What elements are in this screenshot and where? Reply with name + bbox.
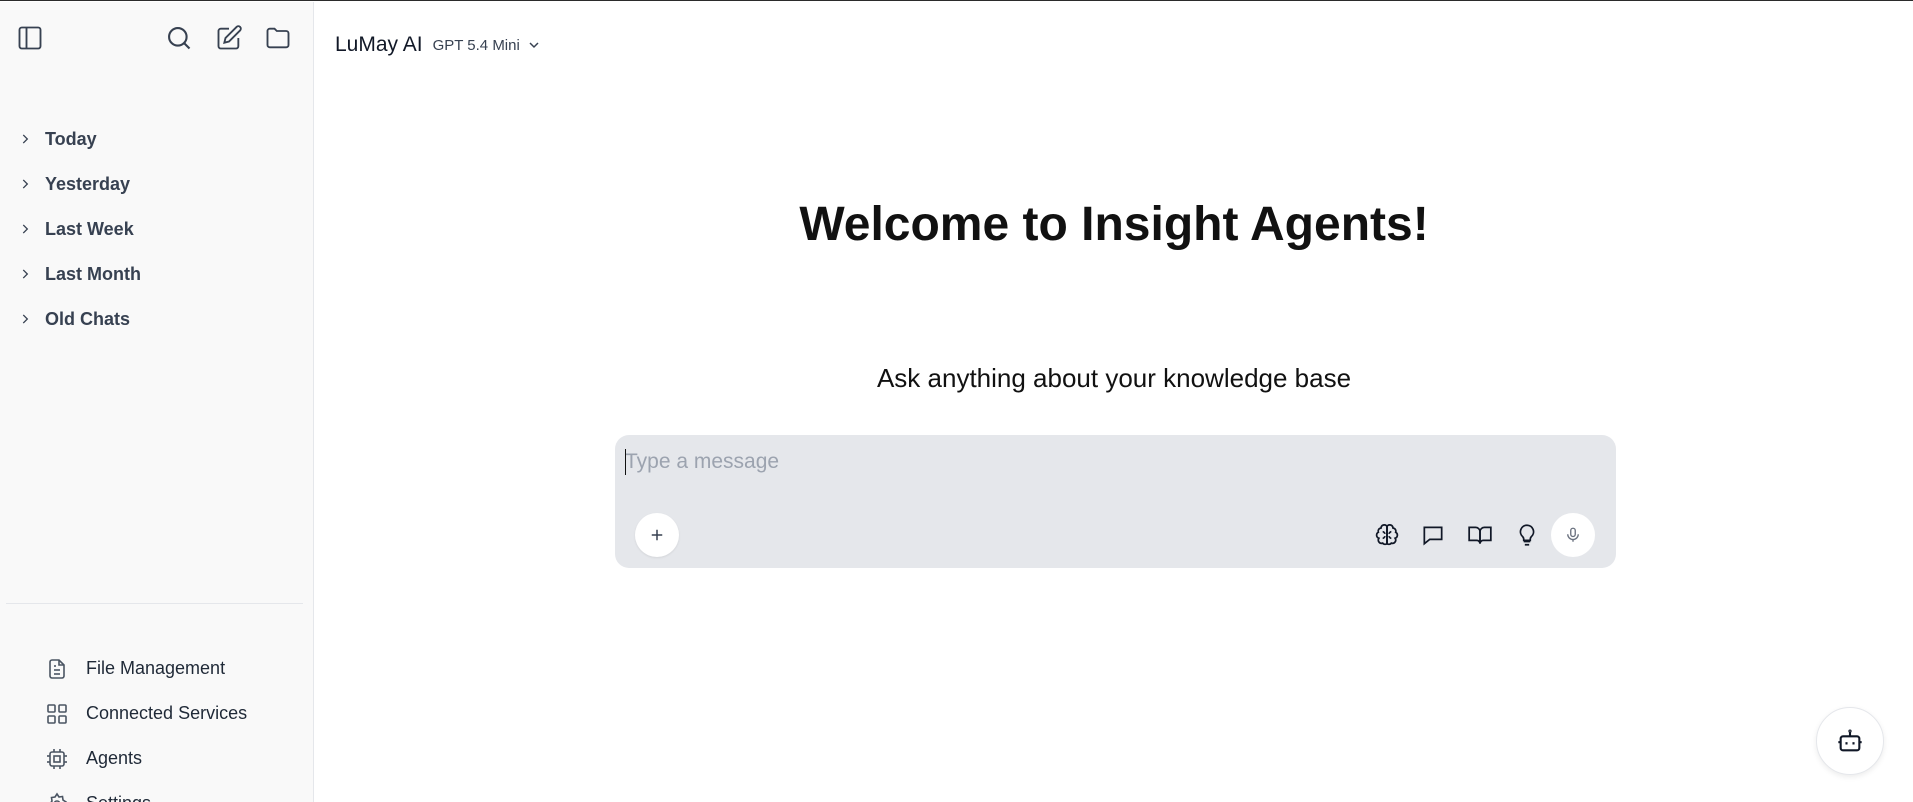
history-group-label: Yesterday	[45, 174, 131, 194]
plus-icon	[651, 529, 663, 541]
history-group-label: Today	[45, 129, 97, 149]
sidebar-toggle-icon[interactable]	[14, 22, 46, 54]
chevron-right-icon	[18, 177, 34, 193]
welcome-subtitle: Ask anything about your knowledge base	[876, 363, 1352, 393]
nav-connected-services[interactable]: Connected Services	[0, 691, 314, 736]
sidebar-bottom-nav: File Management Connected Services Agent…	[0, 646, 314, 802]
message-composer	[615, 435, 1616, 568]
folder-icon[interactable]	[262, 22, 294, 54]
gear-icon	[45, 792, 69, 802]
assistant-bot-button[interactable]	[1816, 707, 1884, 775]
mic-icon	[1567, 527, 1579, 542]
nav-file-management[interactable]: File Management	[0, 646, 314, 691]
sidebar: Today Yesterday Last Week Last Month Old…	[0, 2, 314, 802]
model-name: GPT 5.4 Mini	[432, 36, 520, 54]
history-group-label: Last Month	[45, 264, 141, 284]
chevron-right-icon	[18, 132, 34, 148]
sidebar-divider	[6, 603, 303, 604]
message-input[interactable]	[625, 447, 1585, 477]
edit-icon[interactable]	[213, 22, 245, 54]
text-caret	[625, 449, 626, 475]
chevron-right-icon	[18, 312, 34, 328]
chat-history: Today Yesterday Last Week Last Month Old…	[0, 117, 314, 342]
bot-icon	[1838, 729, 1862, 752]
history-group-last-month[interactable]: Last Month	[0, 252, 314, 297]
add-attachment-button[interactable]	[635, 513, 679, 557]
nav-label: File Management	[86, 658, 226, 678]
history-group-label: Old Chats	[45, 309, 131, 329]
history-group-today[interactable]: Today	[0, 117, 314, 162]
chat-icon[interactable]	[1417, 519, 1449, 551]
search-icon[interactable]	[163, 22, 195, 54]
nav-label: Agents	[86, 748, 143, 768]
brain-icon[interactable]	[1371, 519, 1403, 551]
chevron-down-icon	[529, 42, 539, 49]
chevron-right-icon	[18, 267, 34, 283]
cpu-icon	[45, 747, 69, 771]
chevron-right-icon	[18, 222, 34, 238]
nav-label: Connected Services	[86, 703, 248, 723]
app-title: LuMay AI	[335, 33, 423, 56]
history-group-old-chats[interactable]: Old Chats	[0, 297, 314, 342]
grid-icon	[45, 702, 69, 726]
history-group-label: Last Week	[45, 219, 134, 239]
file-icon	[45, 657, 69, 681]
microphone-button[interactable]	[1551, 513, 1595, 557]
history-group-last-week[interactable]: Last Week	[0, 207, 314, 252]
history-group-yesterday[interactable]: Yesterday	[0, 162, 314, 207]
welcome-heading: Welcome to Insight Agents!	[799, 198, 1429, 251]
lightbulb-icon[interactable]	[1511, 519, 1543, 551]
book-icon[interactable]	[1464, 519, 1496, 551]
top-header: LuMay AI GPT 5.4 Mini	[335, 33, 542, 57]
model-selector[interactable]: GPT 5.4 Mini	[433, 37, 542, 54]
nav-agents[interactable]: Agents	[0, 736, 314, 781]
nav-settings[interactable]: Settings	[0, 781, 314, 802]
nav-label: Settings	[86, 793, 151, 802]
